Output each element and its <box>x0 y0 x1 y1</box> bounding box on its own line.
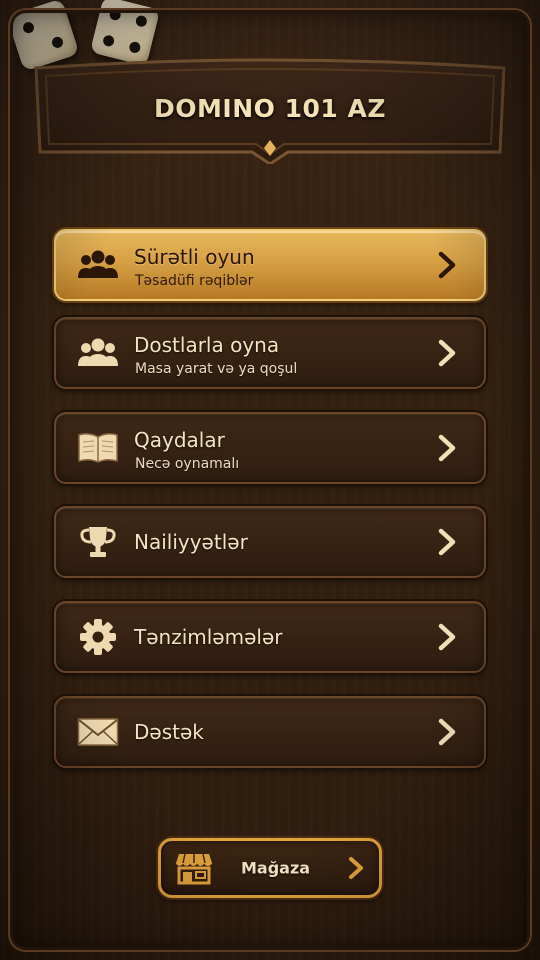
main-menu-screen: DOMINO 101 AZ Sürətli oyun Təsadüfi rəqi… <box>0 0 540 960</box>
chevron-right-icon <box>438 339 456 367</box>
app-title: DOMINO 101 AZ <box>154 94 386 123</box>
trophy-icon <box>76 522 120 562</box>
shop-button[interactable]: Mağaza <box>158 838 382 898</box>
chevron-right-icon <box>438 718 456 746</box>
book-icon <box>76 428 120 468</box>
envelope-icon <box>76 712 120 752</box>
shop-label: Mağaza <box>241 858 311 878</box>
chevron-right-icon <box>438 251 456 279</box>
menu-item-subtitle: Masa yarat və ya qoşul <box>135 361 298 377</box>
friends-icon <box>76 333 120 373</box>
menu-item-label: Nailiyyətlər <box>134 530 248 554</box>
menu-achievements-button[interactable]: Nailiyyətlər <box>54 506 486 578</box>
menu-support-button[interactable]: Dəstək <box>54 696 486 768</box>
menu-item-subtitle: Təsadüfi rəqiblər <box>135 273 254 289</box>
menu-item-label: Sürətli oyun <box>134 245 255 269</box>
users-group-icon <box>76 245 120 285</box>
chevron-right-icon <box>438 434 456 462</box>
menu-item-label: Qaydalar <box>134 428 225 452</box>
menu-rules-button[interactable]: Qaydalar Necə oynamalı <box>54 412 486 484</box>
gear-icon <box>76 617 120 657</box>
chevron-right-icon <box>349 857 363 879</box>
store-icon <box>175 853 213 885</box>
menu-settings-button[interactable]: Tənzimləmələr <box>54 601 486 673</box>
menu-play-with-friends-button[interactable]: Dostlarla oyna Masa yarat və ya qoşul <box>54 317 486 389</box>
title-banner: DOMINO 101 AZ <box>26 56 514 164</box>
menu-item-label: Dəstək <box>134 720 204 744</box>
menu-quick-game-button[interactable]: Sürətli oyun Təsadüfi rəqiblər <box>54 229 486 301</box>
menu-item-subtitle: Necə oynamalı <box>135 456 240 472</box>
chevron-right-icon <box>438 623 456 651</box>
menu-item-label: Dostlarla oyna <box>134 333 280 357</box>
chevron-right-icon <box>438 528 456 556</box>
menu-item-label: Tənzimləmələr <box>134 625 283 649</box>
